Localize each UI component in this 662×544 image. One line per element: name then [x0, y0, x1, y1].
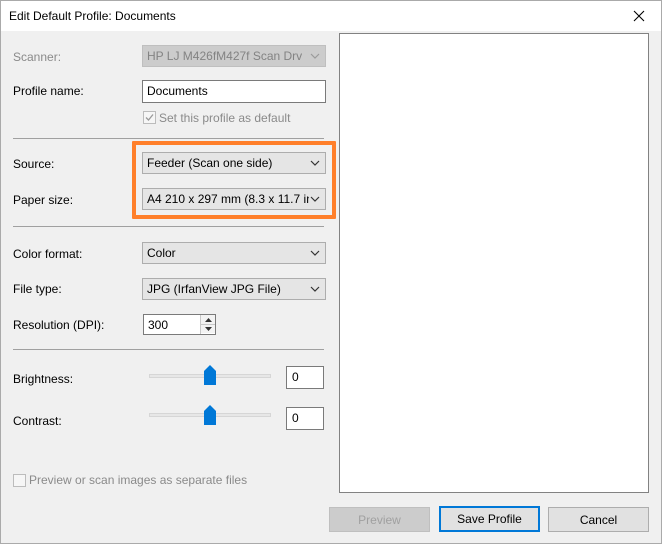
file-type-label: File type:	[13, 282, 62, 296]
color-format-label: Color format:	[13, 247, 83, 261]
preview-button[interactable]: Preview	[329, 507, 430, 532]
highlight-annotation	[132, 141, 336, 219]
save-profile-button-label: Save Profile	[457, 512, 522, 526]
chevron-down-icon	[310, 250, 320, 256]
resolution-spin-buttons	[200, 315, 215, 334]
cancel-button-label: Cancel	[579, 512, 618, 527]
brightness-field[interactable]: 0	[286, 366, 324, 389]
resolution-stepper[interactable]: 300	[143, 314, 216, 335]
scanner-label: Scanner:	[13, 50, 62, 64]
window-title: Edit Default Profile: Documents	[9, 9, 176, 23]
file-type-select[interactable]: JPG (IrfanView JPG File)	[142, 278, 326, 300]
preview-button-label: Preview	[358, 512, 401, 527]
default-profile-label: Set this profile as default	[159, 111, 291, 125]
resolution-value: 300	[148, 318, 169, 332]
brightness-slider-thumb[interactable]	[204, 365, 216, 385]
chevron-up-icon	[204, 317, 212, 322]
decrement-button[interactable]	[201, 324, 215, 333]
separate-files-checkbox[interactable]	[13, 474, 26, 487]
contrast-field[interactable]: 0	[286, 407, 324, 430]
cancel-button[interactable]: Cancel	[548, 507, 649, 532]
brightness-label: Brightness:	[13, 372, 74, 386]
separator	[13, 349, 324, 350]
file-type-value: JPG (IrfanView JPG File)	[147, 282, 281, 296]
contrast-slider-thumb[interactable]	[204, 405, 216, 425]
edit-profile-dialog: Edit Default Profile: Documents Scanner:…	[0, 0, 662, 544]
color-format-select[interactable]: Color	[142, 242, 326, 264]
preview-area	[339, 33, 649, 493]
contrast-label: Contrast:	[13, 414, 62, 428]
scanner-select[interactable]: HP LJ M426fM427f Scan Drv	[142, 45, 326, 67]
title-bar: Edit Default Profile: Documents	[1, 1, 661, 31]
contrast-value: 0	[292, 411, 299, 425]
chevron-down-icon	[310, 286, 320, 292]
profile-name-field[interactable]: Documents	[142, 80, 326, 103]
chevron-down-icon	[310, 53, 320, 59]
increment-button[interactable]	[201, 315, 215, 324]
scanner-value: HP LJ M426fM427f Scan Drv	[147, 49, 303, 63]
brightness-value: 0	[292, 370, 299, 384]
separator	[13, 138, 324, 139]
source-label: Source:	[13, 157, 55, 171]
separate-files-label: Preview or scan images as separate files	[29, 473, 248, 487]
chevron-down-icon	[204, 327, 212, 331]
resolution-label: Resolution (DPI):	[13, 318, 105, 332]
close-icon	[633, 10, 645, 22]
paper-size-label: Paper size:	[13, 193, 74, 207]
profile-name-value: Documents	[147, 84, 208, 98]
color-format-value: Color	[147, 246, 176, 260]
checkmark-icon	[145, 114, 154, 121]
default-profile-checkbox[interactable]	[143, 111, 156, 124]
profile-name-label: Profile name:	[13, 84, 84, 98]
save-profile-button[interactable]: Save Profile	[439, 506, 540, 532]
separator	[13, 226, 324, 227]
close-button[interactable]	[617, 1, 661, 31]
